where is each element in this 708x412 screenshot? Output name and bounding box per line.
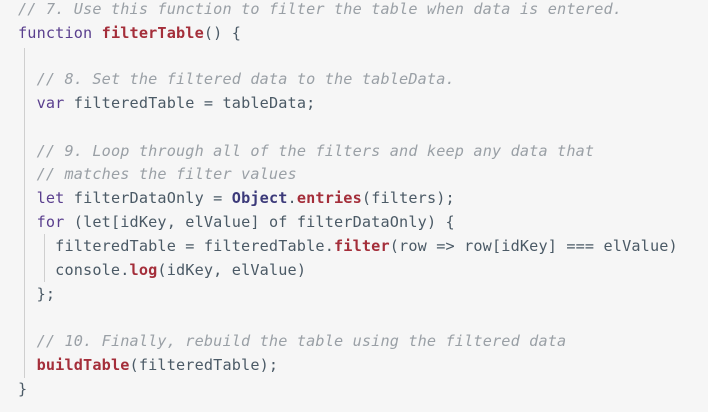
code-line[interactable]: buildTable(filteredTable); — [18, 353, 278, 377]
code-line[interactable]: } — [18, 377, 27, 401]
code-keyword: for — [36, 213, 74, 231]
code-text: (row => row[idKey] === elValue) — [389, 237, 678, 255]
code-line[interactable]: var filteredTable = tableData; — [18, 91, 316, 115]
code-text: (idKey, elValue) — [157, 261, 307, 279]
code-keyword: function — [18, 24, 102, 42]
code-function-name: filter — [333, 237, 390, 255]
code-comment: // 7. Use this function to filter the ta… — [18, 0, 623, 18]
code-function-name: buildTable — [36, 356, 130, 374]
code-line[interactable]: for (let[idKey, elValue] of filterDataOn… — [18, 210, 455, 234]
code-line[interactable]: filteredTable = filteredTable.filter(row… — [18, 234, 678, 258]
code-line[interactable]: // matches the filter values — [18, 162, 297, 186]
code-text: (filters); — [361, 189, 455, 207]
code-comment: // 10. Finally, rebuild the table using … — [36, 332, 567, 350]
code-text: . — [287, 189, 297, 207]
code-comment: // 8. Set the filtered data to the table… — [36, 70, 455, 88]
code-text: (filteredTable); — [129, 356, 279, 374]
code-line[interactable]: function filterTable() { — [18, 21, 241, 45]
code-keyword: let — [36, 189, 74, 207]
code-function-name: log — [129, 261, 158, 279]
code-line[interactable]: // 8. Set the filtered data to the table… — [18, 67, 455, 91]
code-object-name: Object — [231, 189, 288, 207]
code-comment: // 9. Loop through all of the filters an… — [36, 142, 595, 160]
code-text: () { — [203, 24, 242, 42]
code-text: console. — [18, 261, 130, 279]
code-comment: // matches the filter values — [36, 165, 297, 183]
code-editor[interactable]: // 7. Use this function to filter the ta… — [0, 0, 708, 412]
code-line[interactable]: let filterDataOnly = Object.entries(filt… — [18, 186, 455, 210]
code-line[interactable]: console.log(idKey, elValue) — [18, 258, 306, 282]
code-keyword: var — [36, 94, 74, 112]
code-text: filteredTable = tableData; — [73, 94, 316, 112]
code-text: (let[idKey, elValue] of filterDataOnly) … — [73, 213, 455, 231]
code-text: } — [18, 380, 28, 398]
code-line[interactable]: }; — [18, 282, 55, 306]
code-line[interactable]: // 10. Finally, rebuild the table using … — [18, 329, 567, 353]
code-line[interactable]: // 7. Use this function to filter the ta… — [18, 0, 622, 21]
code-text: filterDataOnly = — [73, 189, 232, 207]
code-function-name: entries — [296, 189, 362, 207]
code-text: }; — [18, 285, 56, 303]
code-line[interactable]: // 9. Loop through all of the filters an… — [18, 139, 594, 163]
code-text: filteredTable = filteredTable. — [18, 237, 334, 255]
code-function-name: filterTable — [101, 24, 204, 42]
